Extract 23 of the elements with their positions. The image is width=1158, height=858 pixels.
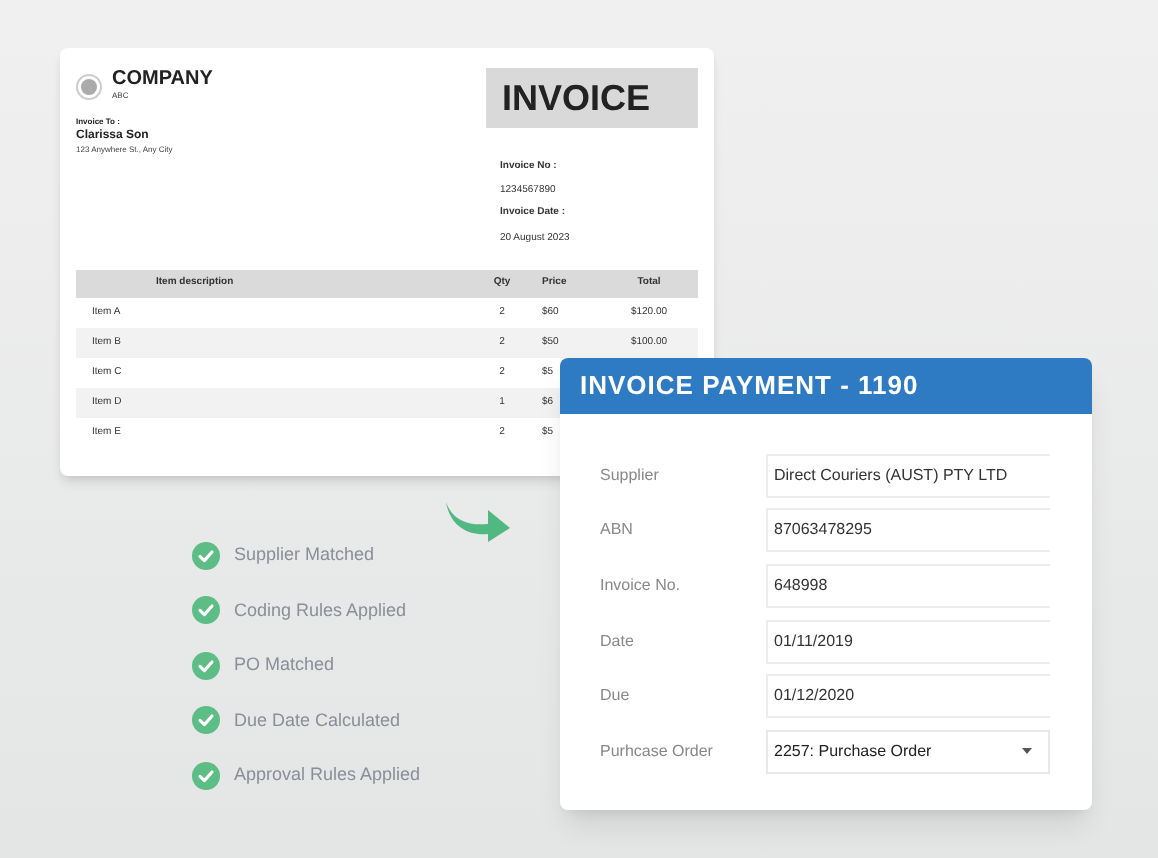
field-label: ABN: [598, 518, 635, 543]
checklist-label: Supplier Matched: [234, 542, 375, 568]
input-field[interactable]: 01/12/2020: [766, 674, 1050, 719]
field-label: Purhcase Order: [598, 739, 715, 764]
field-label: Supplier: [598, 463, 661, 488]
input-field[interactable]: 648998: [766, 563, 1050, 608]
invoice-title: INVOICE: [486, 68, 698, 128]
checklist-label: Due Date Calculated: [234, 707, 401, 733]
input-field[interactable]: 01/11/2019: [766, 619, 1050, 664]
logo-icon: [76, 74, 102, 100]
checklist-label: PO Matched: [234, 652, 335, 678]
purchase-order-select[interactable]: 2257: Purchase Order: [766, 729, 1050, 774]
curved-arrow-icon: [444, 500, 512, 544]
checklist-label: Coding Rules Applied: [234, 597, 407, 624]
input-field[interactable]: Direct Couriers (AUST) PTY LTD: [766, 453, 1050, 498]
panel-title: INVOICE PAYMENT - 1190: [580, 368, 919, 405]
checklist-label: Approval Rules Applied: [234, 762, 421, 788]
company-name: COMPANY: [112, 68, 213, 90]
field-label: Invoice No.: [598, 573, 683, 598]
input-field[interactable]: 87063478295: [766, 508, 1050, 553]
caret-icon: [1022, 748, 1032, 755]
field-label: Due: [598, 684, 632, 709]
field-label: Date: [598, 629, 636, 654]
